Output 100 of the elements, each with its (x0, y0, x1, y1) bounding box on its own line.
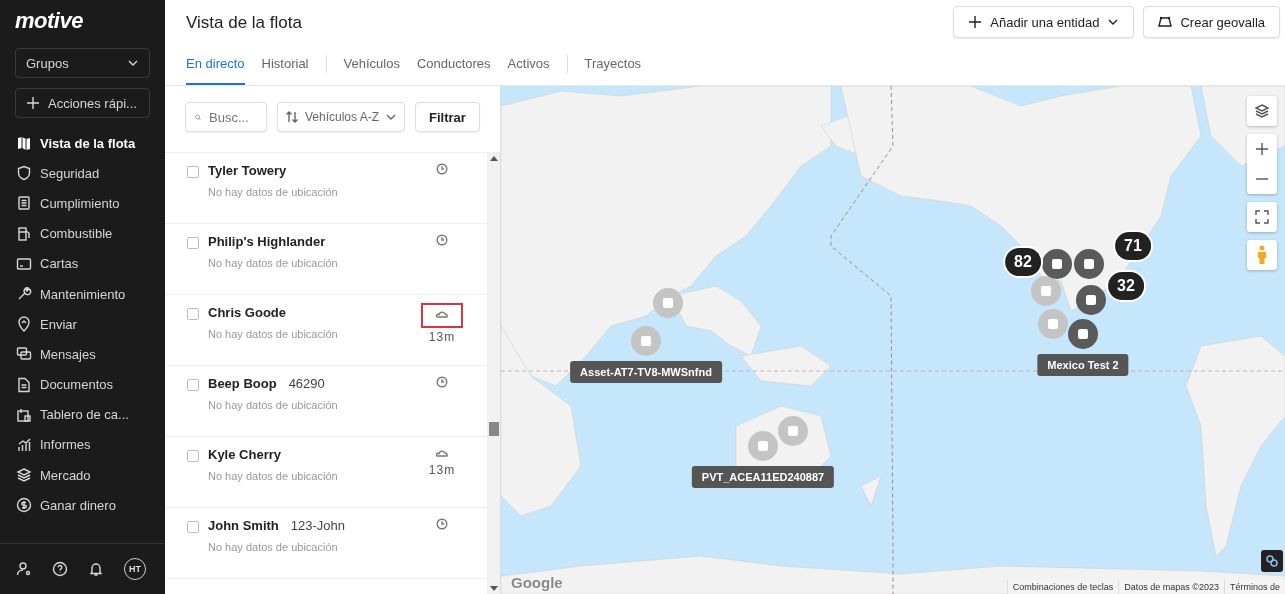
tab[interactable]: Conductores (416, 42, 491, 85)
add-entity-button[interactable]: Añadir una entidad (953, 6, 1135, 38)
time-ago: 13m (428, 463, 456, 477)
vehicle-name[interactable]: Chris Goode (208, 305, 286, 320)
clock-icon (436, 234, 448, 246)
layers-icon (16, 467, 32, 484)
vehicle-name[interactable]: Philip's Highlander (208, 234, 326, 249)
vehicle-marker[interactable] (631, 326, 661, 356)
sort-dropdown[interactable]: Vehículos A-Z (277, 102, 406, 132)
location-text: No hay datos de ubicación (208, 186, 339, 198)
checkbox[interactable] (187, 379, 199, 391)
help-icon (52, 561, 68, 577)
checkbox[interactable] (187, 237, 199, 249)
person-icon (1257, 245, 1267, 265)
link-icon (1265, 554, 1279, 568)
quick-actions-button[interactable]: Acciones rápi... (15, 88, 150, 118)
create-geofence-button[interactable]: Crear geovalla (1143, 6, 1280, 38)
sidebar-nav-item[interactable]: Seguridad (0, 158, 165, 189)
plus-icon (1255, 142, 1269, 156)
sidebar-nav-item[interactable]: Documentos (0, 369, 165, 400)
location-text: No hay datos de ubicación (208, 399, 339, 411)
vehicle-number: 123-John (290, 518, 345, 533)
document-icon (16, 376, 32, 393)
groups-dropdown[interactable]: Grupos (15, 48, 150, 78)
checkbox[interactable] (187, 308, 199, 320)
vehicle-marker[interactable] (653, 288, 683, 318)
vehicle-name[interactable]: John Smith (208, 518, 279, 533)
bell-icon (88, 561, 104, 577)
marker-label: PVT_ACEA11ED240887 (691, 466, 835, 488)
sidebar-nav-item[interactable]: Informes (0, 429, 165, 461)
page-title: Vista de la flota (186, 13, 302, 33)
map-icon (16, 135, 32, 152)
tab[interactable]: Trayectos (584, 42, 642, 85)
layers-icon (1254, 103, 1270, 119)
sidebar-nav-item[interactable]: Ganar dinero (0, 490, 165, 521)
marker-label: Asset-AT7-TV8-MWSnfnd (570, 361, 722, 383)
vehicle-name[interactable]: Beep Boop (208, 376, 277, 391)
cluster-marker[interactable]: 32 (1106, 270, 1146, 302)
filter-button[interactable]: Filtrar (415, 102, 480, 132)
map-attribution-link[interactable]: Datos de mapas ©2023 (1118, 580, 1224, 594)
sidebar-nav-item[interactable]: Mercado (0, 460, 165, 491)
plus-icon (26, 96, 40, 110)
scrollbar-thumb[interactable] (488, 422, 499, 436)
marker-label: Mexico Test 2 (1037, 354, 1129, 376)
checkbox[interactable] (187, 521, 199, 533)
sidebar-nav-item[interactable]: Vista de la flota (0, 128, 165, 159)
list-document-icon (16, 195, 32, 212)
map-attribution-link[interactable]: Combinaciones de teclas (1006, 580, 1119, 594)
vehicle-marker[interactable] (1038, 309, 1068, 339)
sidebar-nav-item[interactable]: Enviar (0, 309, 165, 340)
fullscreen-button[interactable] (1247, 202, 1277, 232)
geofence-icon (1158, 15, 1173, 29)
vehicle-number: 46290 (288, 376, 325, 391)
sidebar-nav-item[interactable]: Cumplimiento (0, 188, 165, 219)
tab[interactable]: En directo (186, 42, 245, 85)
fuel-pump-icon (16, 225, 32, 242)
clock-icon (436, 163, 448, 175)
cluster-marker[interactable]: 71 (1113, 230, 1153, 262)
vehicle-marker[interactable] (1031, 276, 1061, 306)
scroll-down-icon[interactable] (489, 586, 498, 592)
logo: motive (15, 8, 83, 34)
street-view-button[interactable] (1247, 240, 1277, 270)
scroll-up-icon[interactable] (489, 155, 498, 161)
vehicle-marker[interactable] (1068, 319, 1098, 349)
clock-icon (436, 376, 448, 388)
dollar-icon (16, 497, 32, 514)
location-text: No hay datos de ubicación (208, 470, 339, 482)
tab[interactable]: Historial (261, 42, 309, 85)
map-logo: Google (511, 574, 563, 591)
sidebar-nav-item[interactable]: Tablero de ca... (0, 399, 165, 430)
sidebar-nav-item[interactable]: Cartas (0, 248, 165, 279)
plus-icon (968, 15, 983, 29)
vehicle-marker[interactable] (1076, 285, 1106, 315)
checkbox[interactable] (187, 450, 199, 462)
tab[interactable]: Activos (507, 42, 550, 85)
chart-icon (16, 436, 32, 453)
tab[interactable]: Vehículos (343, 42, 400, 85)
zoom-in-button[interactable] (1255, 142, 1269, 156)
scrollbar[interactable] (487, 153, 500, 594)
pin-icon (16, 316, 32, 333)
layers-button[interactable] (1247, 96, 1277, 126)
vehicle-name[interactable]: Tyler Towery (208, 163, 287, 178)
map-attribution-link[interactable]: Términos de (1223, 580, 1285, 594)
card-icon (16, 255, 32, 272)
location-text: No hay datos de ubicación (208, 328, 339, 340)
user-settings-icon (16, 561, 32, 577)
checkbox[interactable] (187, 166, 199, 178)
sidebar-nav-item[interactable]: Mensajes (0, 339, 165, 370)
keyboard-shortcuts-button[interactable] (1261, 550, 1283, 572)
cluster-marker[interactable]: 82 (1003, 246, 1043, 278)
clock-icon (436, 518, 448, 530)
fullscreen-icon (1255, 210, 1269, 224)
vehicle-name[interactable]: Kyle Cherry (208, 447, 281, 462)
chat-icon (16, 346, 32, 363)
board-icon (16, 406, 32, 423)
sidebar-nav-item[interactable]: Mantenimiento (0, 278, 165, 310)
sidebar-nav-item[interactable]: Combustible (0, 218, 165, 249)
time-ago: 13m (428, 330, 456, 344)
location-text: No hay datos de ubicación (208, 257, 339, 269)
search-field[interactable]: Busc... (185, 102, 267, 132)
